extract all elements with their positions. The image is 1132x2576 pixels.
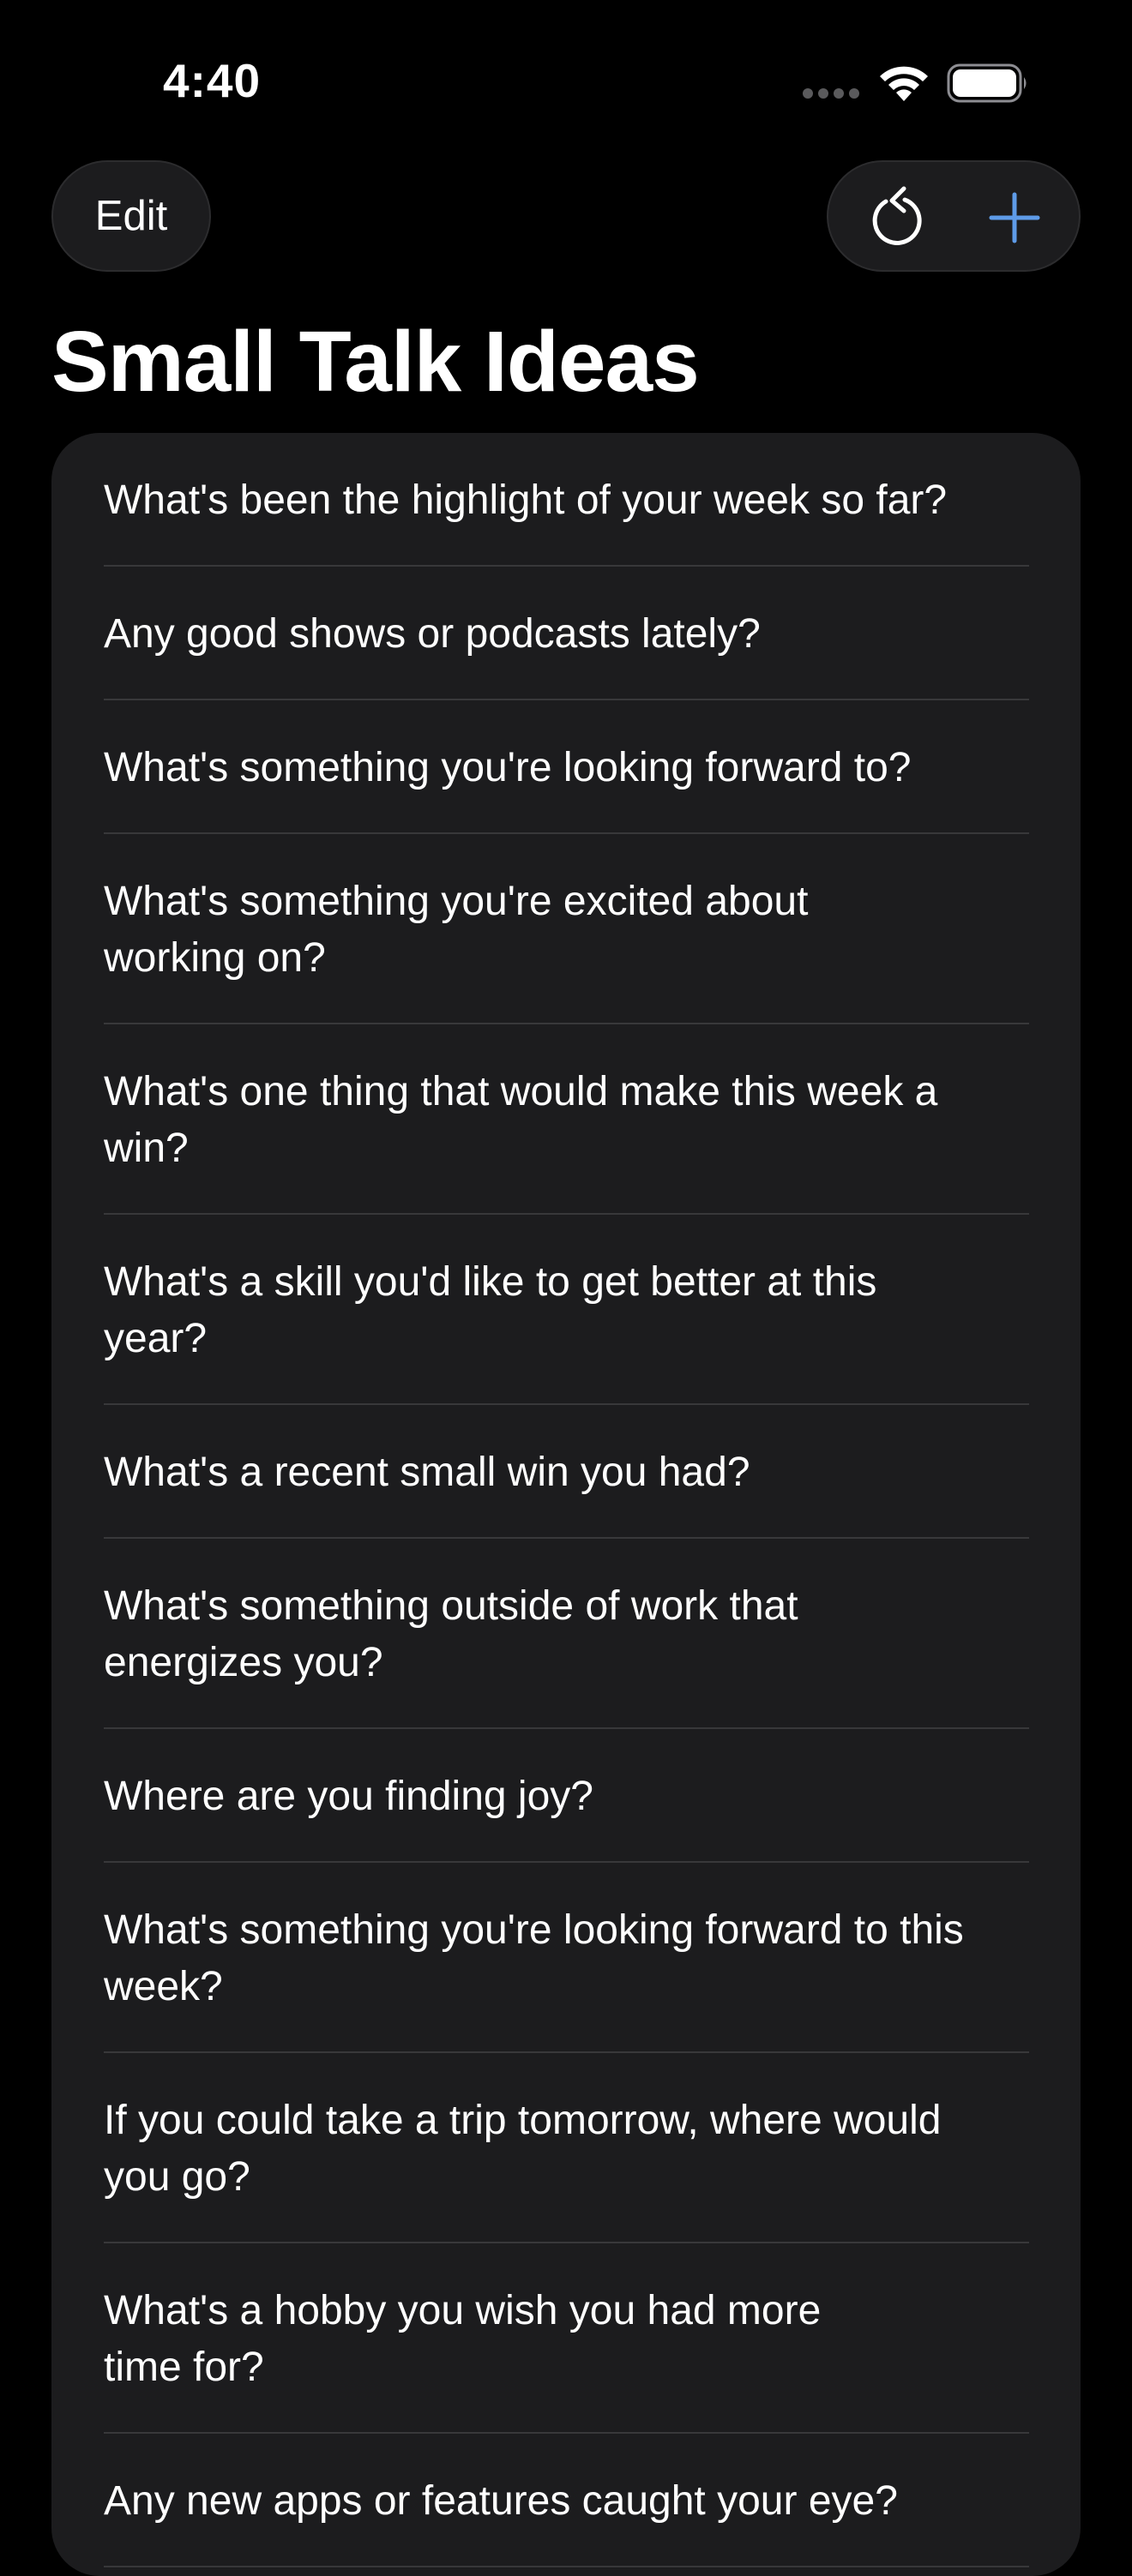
reset-button[interactable] [849, 171, 943, 265]
edit-button[interactable]: Edit [51, 160, 211, 272]
ideas-list: What's been the highlight of your week s… [51, 433, 1081, 2576]
list-item-text: What's something you're excited about wo… [104, 879, 809, 981]
status-bar: 4:40 [0, 0, 1132, 163]
add-button[interactable] [967, 171, 1062, 265]
list-item[interactable]: If you could take a trip tomorrow, where… [51, 2053, 1081, 2243]
list-item-text: Where are you finding joy? [104, 1774, 593, 1819]
wifi-icon [880, 66, 928, 101]
page-title: Small Talk Ideas [51, 314, 700, 410]
list-item[interactable]: Any good shows or podcasts lately? [51, 567, 1081, 700]
list-item-text: What's a hobby you wish you had more tim… [104, 2288, 822, 2390]
list-item-text: Any good shows or podcasts lately? [104, 611, 761, 657]
list-item[interactable]: What's something you're looking forward … [51, 700, 1081, 834]
list-item-text: Any new apps or features caught your eye… [104, 2478, 898, 2524]
list-item-text: What's something you're looking forward … [104, 1907, 964, 2009]
list-item[interactable]: What's something outside of work that en… [51, 1539, 1081, 1729]
list-item[interactable]: What's a skill you'd like to get better … [51, 1215, 1081, 1405]
list-item[interactable]: Any new apps or features caught your eye… [51, 2434, 1081, 2567]
list-item[interactable]: What's a hobby you wish you had more tim… [51, 2243, 1081, 2434]
plus-icon [989, 192, 1040, 243]
list-item-text: What's one thing that would make this we… [104, 1069, 938, 1171]
arrow-counterclockwise-icon [872, 186, 922, 245]
cellular-signal-icon [803, 88, 859, 99]
list-item[interactable]: What's a recent small win you had? [51, 1405, 1081, 1539]
status-time: 4:40 [163, 54, 262, 107]
list-item-text: What's a recent small win you had? [104, 1450, 750, 1495]
list-item-text: If you could take a trip tomorrow, where… [104, 2098, 942, 2200]
list-item-text: What's a skill you'd like to get better … [104, 1259, 877, 1361]
list-item-text: What's been the highlight of your week s… [104, 477, 948, 523]
list-item-text: What's something outside of work that en… [104, 1583, 798, 1685]
list-item[interactable]: What's something you're looking forward … [51, 1863, 1081, 2053]
list-item[interactable]: Where are you finding joy? [51, 1729, 1081, 1863]
list-item[interactable]: What's one thing that would make this we… [51, 1024, 1081, 1215]
toolbar-action-group [827, 160, 1081, 272]
list-item[interactable]: What's something you're excited about wo… [51, 834, 1081, 1024]
battery-icon [947, 63, 1027, 103]
list-item-text: What's something you're looking forward … [104, 745, 912, 790]
list-item[interactable]: What's been the highlight of your week s… [51, 433, 1081, 567]
